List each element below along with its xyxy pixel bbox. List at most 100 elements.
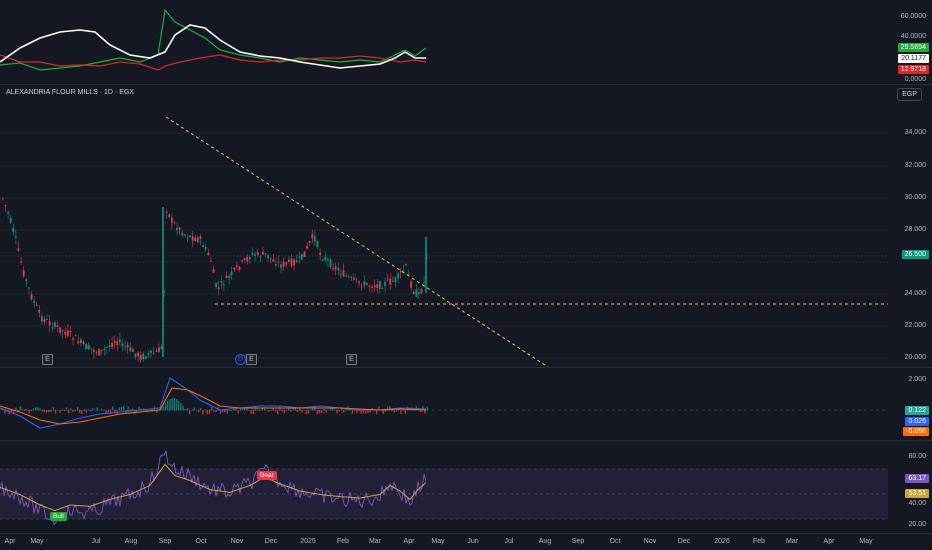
candle-body [262,251,264,255]
macd-histogram-bar [72,410,74,413]
bull-divergence-label[interactable]: Bull [50,512,67,521]
time-axis-label: Feb [752,538,766,545]
earnings-marker[interactable]: E [246,354,257,365]
earnings-marker[interactable]: E [346,354,357,365]
macd-histogram-bar [167,400,169,411]
bear-divergence-label[interactable]: Bear [257,471,277,480]
candle-body [327,259,329,261]
macd-histogram-bar [101,409,103,411]
candle-body [54,322,56,327]
candle-body [334,266,337,270]
candle-body [399,270,402,273]
axis-tick: 22.000 [904,322,926,329]
candle-body [64,331,67,335]
candle-body [168,214,171,218]
macd-histogram-bar [30,410,32,412]
candle-body [87,344,90,350]
macd-histogram-bar [61,409,63,411]
macd-histogram-bar [316,410,318,414]
time-axis-label: Apr [823,538,835,545]
earnings-marker[interactable]: E [42,354,53,365]
candle-body [264,253,267,255]
chart-title[interactable]: ALEXANDRIA FLOUR MILLS · 1D · EGX [6,89,134,96]
macd-histogram-bar [169,399,171,411]
axis-tick: 60.0000 [900,13,926,20]
axis-tick: 34.000 [904,129,926,136]
candle-body [51,327,54,329]
axis-tick: 40.00 [908,500,926,507]
candle-body [215,282,217,287]
macd-histogram-bar [98,409,101,411]
candle-body [72,338,74,340]
macd-histogram-bar [208,410,211,414]
macd-histogram-bar [32,408,35,411]
last-value-badge: 20.1177 [898,54,929,63]
macd-histogram-bar [391,410,393,412]
macd-histogram-bar [202,410,204,415]
macd-histogram-bar [180,403,182,411]
macd-histogram-bar [70,408,72,411]
candle-body [119,339,121,343]
top-indicator-pane[interactable]: 60.0000 40.0000 29.5694 20.1177 12.9718 … [0,0,932,84]
macd-line [0,377,427,429]
macd-histogram-bar [252,410,255,415]
price-pane[interactable]: 34.000 32.000 30.000 28.000 26.500 24.00… [0,85,932,367]
candle-body [121,343,124,346]
price-axis[interactable]: 34.000 32.000 30.000 28.000 26.500 24.00… [888,85,932,367]
candle-body [285,262,288,265]
candle-body [152,353,155,355]
macd-line-badge: 0.026 [905,417,929,426]
macd-histogram-bar [356,410,358,414]
currency-button[interactable]: EGP [897,88,922,101]
candle-body [241,260,243,262]
macd-histogram-bar [376,410,378,415]
candle-body [173,222,176,224]
macd-histogram-bar [171,398,173,411]
candle-body [423,281,425,283]
macd-pane[interactable]: 2.000 0.122 0.026 -0.096 [0,368,932,440]
candle-body [184,234,186,236]
axis-tick: 24.000 [904,290,926,297]
candle-body [145,356,147,359]
macd-histogram-bar [197,410,200,413]
candle-body [267,255,269,259]
time-axis-label: Apr [4,538,16,545]
candle-body [186,237,189,239]
dividend-marker[interactable]: D [235,354,246,365]
candle-body [74,335,77,337]
candle-body [48,321,51,325]
macd-histogram-bar [321,410,323,414]
candle-body [41,316,43,322]
candle-body [407,273,410,275]
macd-histogram-bar [246,408,248,411]
macd-histogram-bar [90,410,92,412]
candle-body [238,266,241,270]
candle-body [77,341,80,344]
candle-body [22,269,25,277]
candle-body [9,218,12,223]
macd-histogram-bar [28,410,30,414]
macd-histogram-bar [85,410,87,414]
candle-body [282,261,285,267]
candle-body [290,258,293,267]
macd-histogram-bar [48,410,50,413]
candle-body [311,234,314,239]
rsi-pane[interactable]: 80.00 63.17 53.51 40.00 20.00 [0,441,932,533]
candle-body [329,259,332,267]
macd-histogram-bar [54,410,57,414]
candle-body [106,347,108,349]
macd-histogram-bar [120,406,123,411]
candle-body [347,276,350,278]
candle-body [199,236,202,239]
candle-body [314,236,316,242]
macd-histogram-bar [224,410,226,413]
macd-histogram-bar [123,406,125,411]
candle-body [171,217,173,223]
candle-body [38,309,41,313]
candle-body [25,279,28,282]
candle-body [412,291,415,294]
time-axis-label: May [30,538,44,545]
candle-body [332,268,334,270]
macd-histogram-bar [59,410,61,413]
macd-histogram-bar [24,410,26,412]
